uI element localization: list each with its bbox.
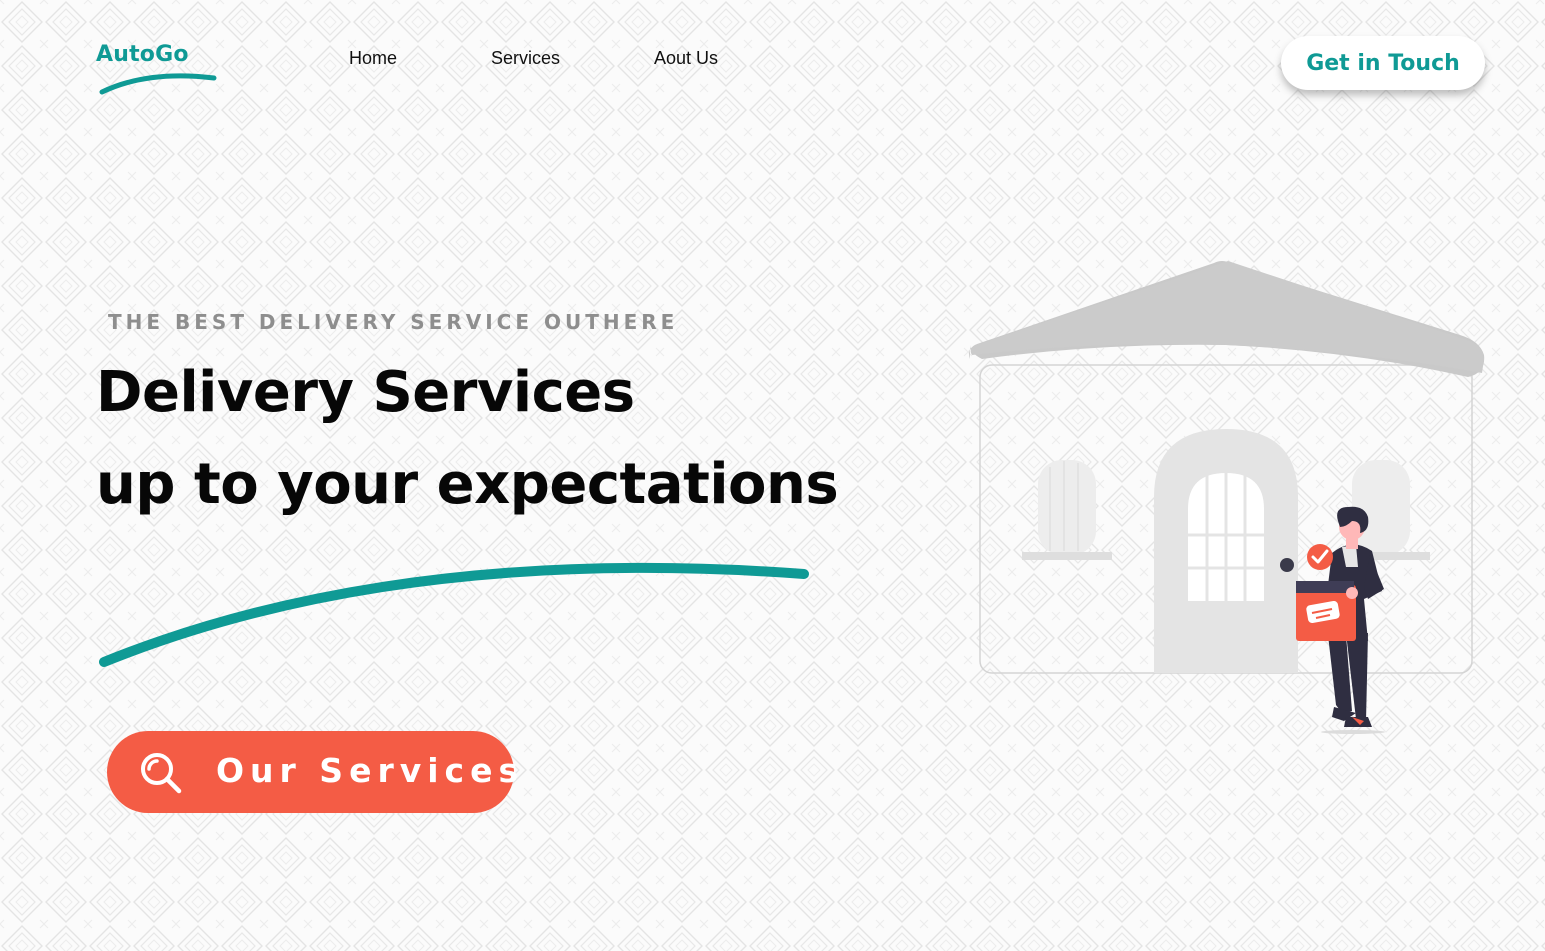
- get-in-touch-button[interactable]: Get in Touch: [1281, 36, 1485, 90]
- hero-eyebrow: THE BEST DELIVERY SERVICE OUTHERE: [108, 310, 679, 334]
- hero-title-line-2: up to your expectations: [96, 452, 839, 517]
- logo-underline: [99, 73, 217, 95]
- house-icon: [969, 261, 1485, 674]
- check-icon: [1307, 544, 1333, 570]
- logo[interactable]: AutoGo: [96, 42, 226, 102]
- get-in-touch-label: Get in Touch: [1306, 50, 1460, 76]
- nav-services[interactable]: Services: [491, 48, 560, 69]
- hero-swoosh-underline: [99, 562, 809, 667]
- search-icon: [139, 751, 183, 795]
- delivery-illustration: [969, 261, 1485, 734]
- hero-title-line-1: Delivery Services: [96, 360, 635, 425]
- our-services-button[interactable]: Our Services: [107, 731, 518, 813]
- nav-about-us[interactable]: Aout Us: [654, 48, 718, 69]
- our-services-label: Our Services: [216, 751, 525, 790]
- nav-home[interactable]: Home: [349, 48, 397, 69]
